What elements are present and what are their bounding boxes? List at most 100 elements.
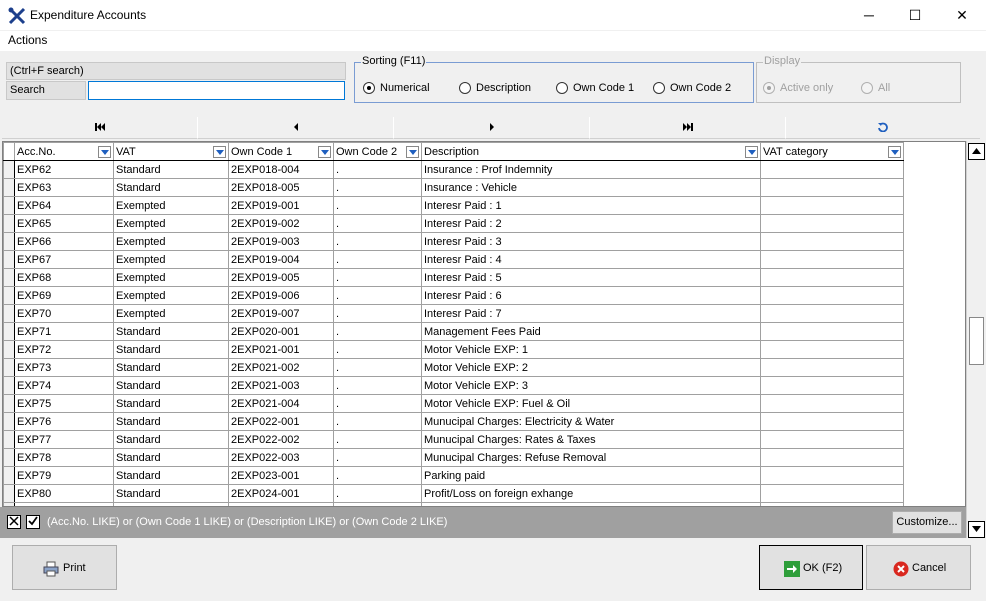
filter-dropdown-icon[interactable]: [98, 146, 111, 158]
vat-cell[interactable]: Standard: [113, 160, 229, 179]
vat-cell[interactable]: Exempted: [113, 304, 229, 323]
vat-cell[interactable]: Standard: [113, 178, 229, 197]
vat-cell[interactable]: Standard: [113, 448, 229, 467]
acc-no-cell[interactable]: EXP71: [14, 322, 114, 341]
table-row[interactable]: EXP63 Standard 2EXP018-005. Insurance : Veh…: [3, 178, 904, 197]
vat-cell[interactable]: Exempted: [113, 196, 229, 215]
acc-no-cell[interactable]: EXP70: [14, 304, 114, 323]
own-code-1-cell[interactable]: 2EXP018-005: [228, 178, 334, 197]
description-cell[interactable]: Motor Vehicle EXP: 3: [421, 376, 761, 395]
vat-category-cell[interactable]: [760, 394, 904, 413]
vat-cell[interactable]: Exempted: [113, 268, 229, 287]
vat-cell[interactable]: Standard: [113, 430, 229, 449]
vat-cell[interactable]: Standard: [113, 466, 229, 485]
search-input[interactable]: [88, 81, 345, 100]
table-row[interactable]: EXP80 Standard 2EXP024-001. Profit/Loss on …: [3, 484, 904, 503]
own-code-2-cell[interactable]: .: [333, 358, 422, 377]
vat-cell[interactable]: Exempted: [113, 214, 229, 233]
own-code-1-cell[interactable]: 2EXP021-004: [228, 394, 334, 413]
description-cell[interactable]: Interesr Paid : 3: [421, 232, 761, 251]
acc-no-cell[interactable]: EXP77: [14, 430, 114, 449]
row-selector[interactable]: [3, 412, 15, 431]
acc-no-cell[interactable]: EXP75: [14, 394, 114, 413]
first-record-button[interactable]: [2, 117, 198, 139]
vat-category-cell[interactable]: [760, 250, 904, 269]
row-selector[interactable]: [3, 178, 15, 197]
next-record-button[interactable]: [394, 117, 590, 139]
table-row[interactable]: EXP64 Exempted 2EXP019-001. Interesr Paid :…: [3, 196, 904, 215]
acc-no-cell[interactable]: EXP80: [14, 484, 114, 503]
row-selector[interactable]: [3, 430, 15, 449]
own-code-2-cell[interactable]: .: [333, 430, 422, 449]
own-code-1-cell[interactable]: 2EXP019-002: [228, 214, 334, 233]
vat-category-cell[interactable]: [760, 412, 904, 431]
description-cell[interactable]: Insurance : Prof Indemnity: [421, 160, 761, 179]
acc-no-cell[interactable]: EXP73: [14, 358, 114, 377]
print-button[interactable]: Print: [12, 545, 117, 590]
row-selector[interactable]: [3, 268, 15, 287]
maximize-button[interactable]: ☐: [892, 0, 938, 31]
own-code-2-cell[interactable]: .: [333, 178, 422, 197]
own-code-1-cell[interactable]: 2EXP023-001: [228, 466, 334, 485]
own-code-1-cell[interactable]: 2EXP021-002: [228, 358, 334, 377]
row-selector[interactable]: [3, 214, 15, 233]
table-row[interactable]: EXP73 Standard 2EXP021-002. Motor Vehicle E…: [3, 358, 904, 377]
enable-filter-checkbox[interactable]: [26, 515, 40, 529]
vat-cell[interactable]: Standard: [113, 484, 229, 503]
table-row[interactable]: EXP70 Exempted 2EXP019-007. Interesr Paid :…: [3, 304, 904, 323]
own-code-2-cell[interactable]: .: [333, 466, 422, 485]
row-selector[interactable]: [3, 466, 15, 485]
description-cell[interactable]: Management Fees Paid: [421, 322, 761, 341]
column-header-vat-category[interactable]: VAT category: [760, 142, 904, 161]
vat-category-cell[interactable]: [760, 268, 904, 287]
vat-category-cell[interactable]: [760, 448, 904, 467]
acc-no-cell[interactable]: EXP62: [14, 160, 114, 179]
acc-no-cell[interactable]: EXP66: [14, 232, 114, 251]
own-code-1-cell[interactable]: 2EXP019-004: [228, 250, 334, 269]
own-code-1-cell[interactable]: 2EXP019-006: [228, 286, 334, 305]
vat-category-cell[interactable]: [760, 178, 904, 197]
row-selector[interactable]: [3, 358, 15, 377]
description-cell[interactable]: Interesr Paid : 6: [421, 286, 761, 305]
own-code-2-cell[interactable]: .: [333, 232, 422, 251]
vat-cell[interactable]: Exempted: [113, 286, 229, 305]
vat-cell[interactable]: Standard: [113, 358, 229, 377]
own-code-1-cell[interactable]: 2EXP018-004: [228, 160, 334, 179]
own-code-2-cell[interactable]: .: [333, 484, 422, 503]
acc-no-cell[interactable]: EXP68: [14, 268, 114, 287]
filter-dropdown-icon[interactable]: [318, 146, 331, 158]
own-code-1-cell[interactable]: 2EXP024-001: [228, 484, 334, 503]
vat-category-cell[interactable]: [760, 340, 904, 359]
cancel-button[interactable]: Cancel: [866, 545, 971, 590]
description-cell[interactable]: Parking paid: [421, 466, 761, 485]
vat-category-cell[interactable]: [760, 304, 904, 323]
description-cell[interactable]: Munucipal Charges: Electricity & Water: [421, 412, 761, 431]
acc-no-cell[interactable]: EXP78: [14, 448, 114, 467]
acc-no-cell[interactable]: EXP76: [14, 412, 114, 431]
table-row[interactable]: EXP69 Exempted 2EXP019-006. Interesr Paid :…: [3, 286, 904, 305]
filter-dropdown-icon[interactable]: [406, 146, 419, 158]
vat-cell[interactable]: Standard: [113, 376, 229, 395]
description-cell[interactable]: Interesr Paid : 4: [421, 250, 761, 269]
column-header-own-code-1[interactable]: Own Code 1: [228, 142, 334, 161]
table-row[interactable]: EXP62 Standard 2EXP018-004. Insurance : Pro…: [3, 160, 904, 179]
vertical-scrollbar[interactable]: [966, 141, 985, 538]
table-row[interactable]: EXP75 Standard 2EXP021-004. Motor Vehicle E…: [3, 394, 904, 413]
own-code-2-cell[interactable]: .: [333, 322, 422, 341]
vat-cell[interactable]: Exempted: [113, 250, 229, 269]
row-selector[interactable]: [3, 394, 15, 413]
own-code-2-cell[interactable]: .: [333, 448, 422, 467]
description-cell[interactable]: Interesr Paid : 1: [421, 196, 761, 215]
description-cell[interactable]: Munucipal Charges: Rates & Taxes: [421, 430, 761, 449]
description-cell[interactable]: Motor Vehicle EXP: 1: [421, 340, 761, 359]
vat-cell[interactable]: Standard: [113, 322, 229, 341]
own-code-1-cell[interactable]: 2EXP020-001: [228, 322, 334, 341]
vat-category-cell[interactable]: [760, 376, 904, 395]
table-row[interactable]: EXP76 Standard 2EXP022-001. Munucipal Charg…: [3, 412, 904, 431]
column-header-vat[interactable]: VAT: [113, 142, 229, 161]
vat-category-cell[interactable]: [760, 214, 904, 233]
own-code-2-cell[interactable]: .: [333, 340, 422, 359]
own-code-1-cell[interactable]: 2EXP019-007: [228, 304, 334, 323]
filter-dropdown-icon[interactable]: [888, 146, 901, 158]
acc-no-cell[interactable]: EXP72: [14, 340, 114, 359]
